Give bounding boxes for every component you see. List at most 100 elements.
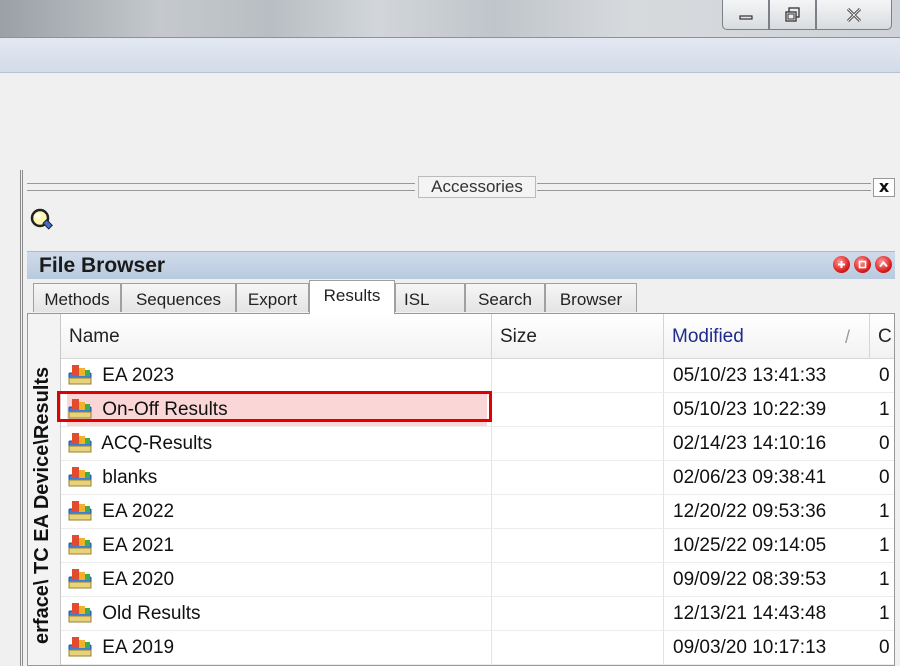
file-name: blanks	[102, 467, 158, 488]
window-title-bar	[0, 0, 900, 38]
tab-search[interactable]: Search	[465, 283, 545, 312]
column-header-size[interactable]: Size	[492, 314, 664, 358]
column-divider	[491, 563, 492, 596]
column-divider	[663, 359, 664, 392]
column-divider	[491, 597, 492, 630]
file-browser-title-bar: File Browser	[27, 251, 895, 279]
file-rows: EA 2023 05/10/23 13:41:33 0 On-Off Resul…	[61, 359, 894, 665]
column-divider	[663, 427, 664, 460]
file-name-cell[interactable]: EA 2019	[67, 631, 487, 664]
sort-indicator: /	[845, 327, 851, 347]
toolbar-area	[0, 73, 900, 168]
column-divider	[491, 461, 492, 494]
file-name-cell[interactable]: Old Results	[67, 597, 487, 630]
file-name-cell[interactable]: EA 2020	[67, 563, 487, 596]
modified-date: 05/10/23 10:22:39	[673, 399, 827, 420]
results-folder-icon	[67, 532, 93, 556]
file-name-cell[interactable]: ACQ-Results	[67, 427, 487, 460]
extra-column-value: 0	[879, 365, 890, 386]
column-divider	[491, 495, 492, 528]
table-row[interactable]: EA 2021 10/25/22 09:14:05 1	[61, 529, 894, 563]
column-divider	[663, 563, 664, 596]
modified-date: 12/13/21 14:43:48	[673, 603, 827, 624]
table-row[interactable]: EA 2020 09/09/22 08:39:53 1	[61, 563, 894, 597]
extra-column-value: 1	[879, 399, 890, 420]
extra-column-value: 1	[879, 501, 890, 522]
file-name: Old Results	[102, 603, 201, 624]
column-header-modified-label: Modified	[672, 326, 744, 347]
column-divider	[491, 631, 492, 664]
tab-isl[interactable]: ISL	[395, 283, 465, 312]
results-folder-icon	[67, 566, 93, 590]
accessories-grip-left[interactable]	[27, 183, 415, 191]
accessories-close-button[interactable]: x	[873, 178, 895, 197]
collapse-icon[interactable]	[875, 256, 892, 273]
column-divider	[663, 461, 664, 494]
tab-results[interactable]: Results	[309, 280, 395, 314]
extra-column-value: 1	[879, 535, 890, 556]
table-row[interactable]: ACQ-Results 02/14/23 14:10:16 0	[61, 427, 894, 461]
search-icon[interactable]	[28, 206, 58, 234]
file-name: EA 2020	[102, 569, 175, 590]
column-divider	[491, 427, 492, 460]
file-name: ACQ-Results	[101, 433, 213, 454]
tab-browser[interactable]: Browser	[545, 283, 637, 312]
restore-button[interactable]	[769, 0, 816, 30]
results-folder-icon	[67, 430, 93, 454]
minimize-icon	[738, 9, 754, 21]
column-divider	[663, 529, 664, 562]
file-name-cell[interactable]: blanks	[67, 461, 487, 494]
column-divider	[663, 597, 664, 630]
results-folder-icon	[67, 464, 93, 488]
column-divider	[491, 359, 492, 392]
file-name-cell[interactable]: EA 2022	[67, 495, 487, 528]
table-row[interactable]: EA 2023 05/10/23 13:41:33 0	[61, 359, 894, 393]
add-icon[interactable]	[833, 256, 850, 273]
extra-column-value: 0	[879, 467, 890, 488]
file-name-cell[interactable]: EA 2021	[67, 529, 487, 562]
tab-methods[interactable]: Methods	[33, 283, 121, 312]
vertical-path-label: erface\ TC EA Device\Results	[28, 314, 61, 665]
table-row[interactable]: blanks 02/06/23 09:38:41 0	[61, 461, 894, 495]
column-header-extra[interactable]: C	[870, 314, 894, 358]
table-row[interactable]: Old Results 12/13/21 14:43:48 1	[61, 597, 894, 631]
close-icon	[844, 7, 864, 23]
extra-column-value: 0	[879, 637, 890, 658]
column-header-name[interactable]: Name	[61, 314, 492, 358]
file-name: On-Off Results	[102, 399, 228, 420]
column-divider	[663, 631, 664, 664]
accessories-grip-right[interactable]	[537, 183, 871, 191]
close-button[interactable]	[816, 0, 892, 30]
file-name-cell[interactable]: EA 2023	[67, 359, 487, 392]
menu-strip	[0, 38, 900, 73]
minimize-button[interactable]	[722, 0, 769, 30]
table-row[interactable]: On-Off Results 05/10/23 10:22:39 1	[61, 393, 894, 427]
results-folder-icon	[67, 362, 93, 386]
extra-column-value: 1	[879, 603, 890, 624]
accessories-header: Accessories x	[27, 176, 895, 198]
modified-date: 12/20/22 09:53:36	[673, 501, 827, 522]
file-list-panel: erface\ TC EA Device\Results Name Size M…	[27, 313, 895, 666]
file-name: EA 2019	[102, 637, 175, 658]
table-row[interactable]: EA 2019 09/03/20 10:17:13 0	[61, 631, 894, 665]
table-row[interactable]: EA 2022 12/20/22 09:53:36 1	[61, 495, 894, 529]
file-browser-tabs: Methods Sequences Export Results ISL Sea…	[27, 280, 895, 314]
file-name-cell[interactable]: On-Off Results	[67, 393, 487, 426]
column-header-row: Name Size Modified / C	[61, 314, 894, 359]
column-divider	[491, 529, 492, 562]
results-folder-icon	[67, 396, 93, 420]
results-folder-icon	[67, 634, 93, 658]
column-header-modified[interactable]: Modified /	[664, 314, 870, 358]
tab-sequences[interactable]: Sequences	[121, 283, 236, 312]
modified-date: 05/10/23 13:41:33	[673, 365, 827, 386]
left-splitter[interactable]	[0, 170, 23, 666]
stop-icon[interactable]	[854, 256, 871, 273]
tab-export[interactable]: Export	[236, 283, 309, 312]
modified-date: 09/03/20 10:17:13	[673, 637, 827, 658]
vertical-path-text: erface\ TC EA Device\Results	[31, 366, 53, 644]
column-divider	[663, 393, 664, 426]
column-divider	[663, 495, 664, 528]
extra-column-value: 1	[879, 569, 890, 590]
modified-date: 09/09/22 08:39:53	[673, 569, 827, 590]
file-browser-title: File Browser	[39, 254, 166, 277]
